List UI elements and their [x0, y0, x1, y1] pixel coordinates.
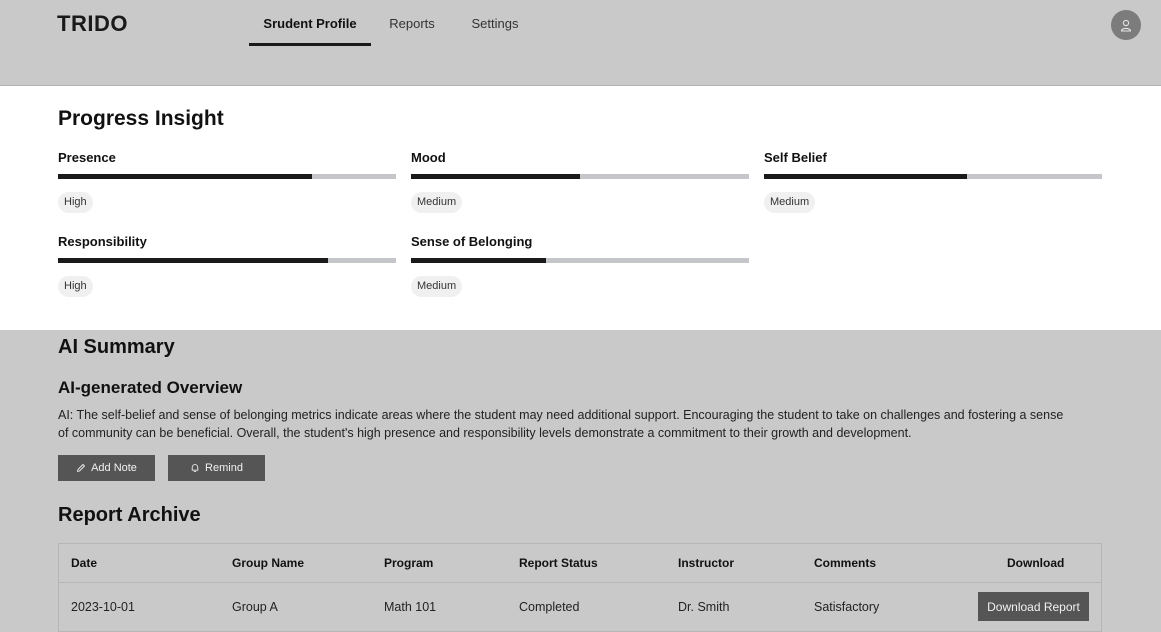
- ai-summary-text: AI: The self-belief and sense of belongi…: [58, 408, 1064, 440]
- level-badge: High: [58, 192, 93, 213]
- app-logo: TRIDO: [57, 11, 128, 36]
- metric-label: Presence: [58, 150, 116, 165]
- top-header: TRIDO Srudent Profile Reports Settings: [0, 0, 1161, 86]
- user-icon: [1120, 19, 1132, 32]
- column-header-group-name: Group Name: [232, 556, 305, 570]
- cell-program: Math 101: [384, 600, 437, 614]
- progress-bar-fill: [411, 174, 580, 179]
- ai-overview-subtitle: AI-generated Overview: [58, 378, 243, 397]
- metric-label: Self Belief: [764, 150, 827, 165]
- add-note-button[interactable]: Add Note: [58, 455, 155, 481]
- column-header-program: Program: [384, 556, 434, 570]
- bell-icon: [191, 464, 199, 472]
- tab-settings[interactable]: Settings: [453, 0, 537, 46]
- column-header-download: Download: [1007, 556, 1065, 570]
- level-badge: Medium: [411, 276, 463, 297]
- user-avatar[interactable]: [1111, 10, 1141, 40]
- progress-insight-title: Progress Insight: [58, 107, 224, 130]
- progress-bar-fill: [58, 174, 312, 179]
- metric-label: Sense of Belonging: [411, 234, 533, 249]
- progress-insight-panel: Progress Insight Presence High Mood Medi…: [0, 86, 1161, 330]
- metric-label: Mood: [411, 150, 446, 165]
- progress-bar: [58, 174, 396, 179]
- download-report-button[interactable]: Download Report: [978, 592, 1089, 621]
- column-header-report-status: Report Status: [519, 556, 598, 570]
- progress-bar: [764, 174, 1102, 179]
- tab-reports[interactable]: Reports: [371, 0, 453, 46]
- add-note-label: Add Note: [91, 462, 137, 474]
- report-archive-table: Date Group Name Program Report Status In…: [58, 543, 1102, 632]
- main-nav: Srudent Profile Reports Settings: [249, 0, 537, 46]
- progress-bar: [411, 174, 749, 179]
- cell-date: 2023-10-01: [71, 600, 135, 614]
- column-header-date: Date: [71, 556, 98, 570]
- column-header-instructor: Instructor: [678, 556, 735, 570]
- cell-instructor: Dr. Smith: [678, 600, 730, 614]
- progress-bar: [58, 258, 396, 263]
- metric-label: Responsibility: [58, 234, 147, 249]
- progress-bar: [411, 258, 749, 263]
- ai-summary-title: AI Summary: [58, 336, 175, 358]
- column-header-comments: Comments: [814, 556, 877, 570]
- cell-group-name: Group A: [232, 600, 278, 614]
- remind-button[interactable]: Remind: [168, 455, 265, 481]
- pencil-icon: [77, 464, 86, 472]
- progress-bar-fill: [764, 174, 967, 179]
- level-badge: Medium: [411, 192, 463, 213]
- level-badge: Medium: [764, 192, 816, 213]
- remind-label: Remind: [205, 462, 243, 474]
- tab-student-profile[interactable]: Srudent Profile: [249, 0, 371, 46]
- level-badge: High: [58, 276, 93, 297]
- cell-comments: Satisfactory: [814, 600, 880, 614]
- report-archive-title: Report Archive: [58, 504, 201, 526]
- table-header: Date Group Name Program Report Status In…: [59, 544, 1101, 583]
- cell-report-status: Completed: [519, 600, 580, 614]
- table-row: 2023-10-01 Group A Math 101 Completed Dr…: [59, 583, 1101, 631]
- progress-bar-fill: [411, 258, 547, 263]
- progress-bar-fill: [58, 258, 329, 263]
